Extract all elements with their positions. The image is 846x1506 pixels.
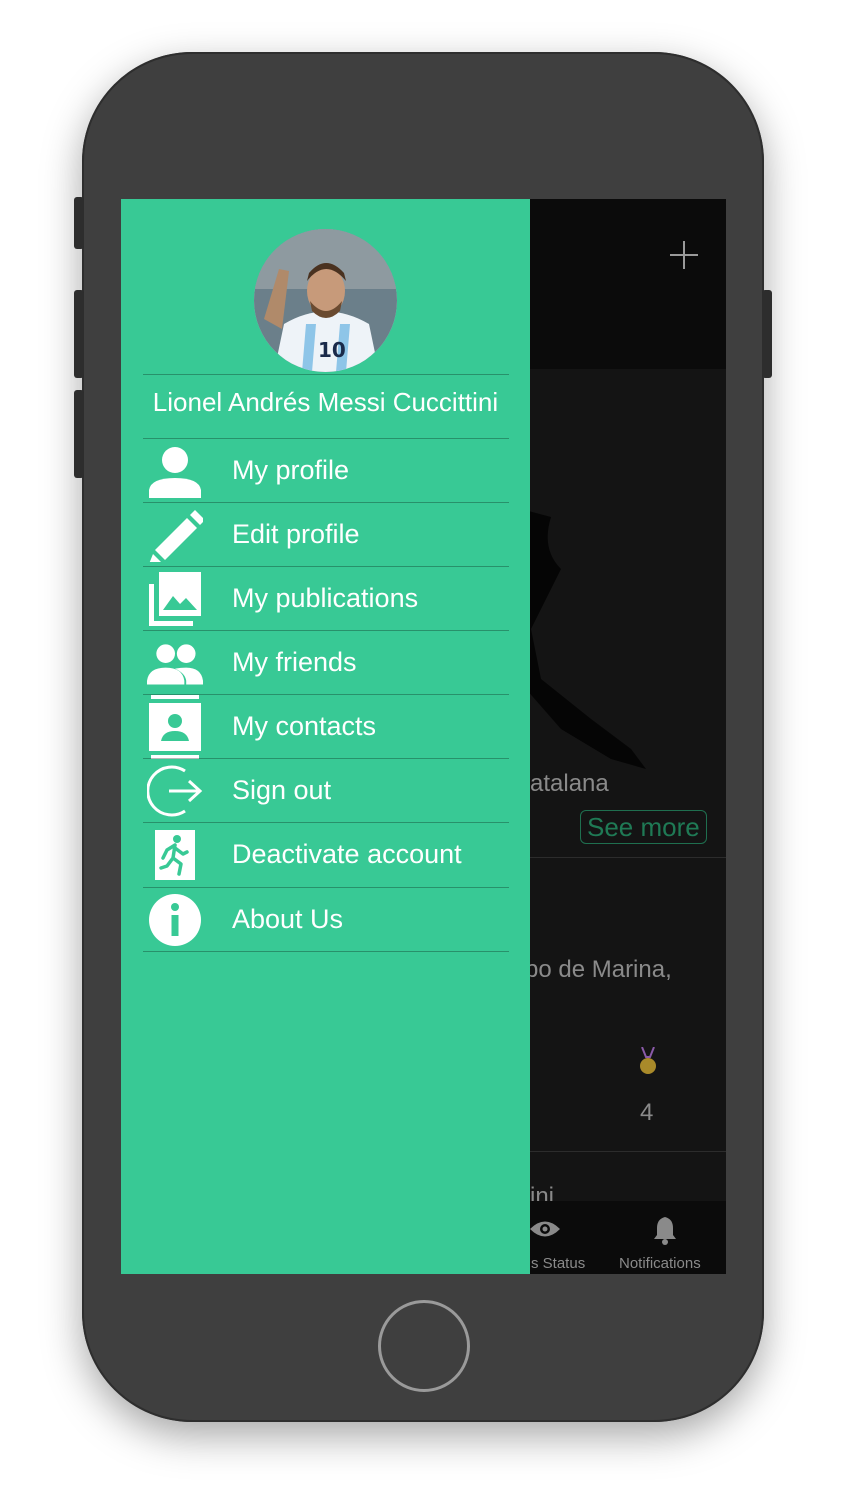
- home-button[interactable]: [378, 1300, 470, 1392]
- menu-item-label: Deactivate account: [232, 839, 462, 869]
- menu-item-label: My contacts: [232, 711, 377, 741]
- tab-notifications[interactable]: Notifications: [616, 1201, 716, 1274]
- divider: [143, 374, 509, 375]
- pencil-icon: [147, 508, 203, 562]
- menu-item-label: Edit profile: [232, 519, 360, 549]
- volume-up-button: [74, 290, 84, 378]
- user-name: Lionel Andrés Messi Cuccittini: [152, 387, 499, 417]
- menu-item-my-friends[interactable]: My friends: [143, 631, 509, 695]
- mute-switch: [74, 197, 84, 249]
- post-text-1: atalana: [530, 770, 609, 797]
- screen: atalana See more po de Marina, 4 ini s S…: [121, 199, 726, 1274]
- post-image: [521, 509, 646, 769]
- medal-icon: [640, 1047, 656, 1074]
- menu-item-deactivate-account[interactable]: Deactivate account: [143, 823, 509, 887]
- menu-item-about-us[interactable]: About Us: [143, 888, 509, 952]
- power-button: [762, 290, 772, 378]
- info-icon: [147, 893, 203, 947]
- see-more-button[interactable]: See more: [580, 810, 707, 844]
- menu-item-label: My friends: [232, 647, 357, 677]
- menu-item-label: My publications: [232, 583, 419, 613]
- menu-item-label: My profile: [232, 455, 350, 485]
- menu-item-edit-profile[interactable]: Edit profile: [143, 503, 509, 567]
- post-text-2: po de Marina,: [525, 956, 672, 983]
- medal-count: 4: [640, 1099, 654, 1126]
- group-icon: [147, 636, 203, 690]
- menu-item-my-contacts[interactable]: My contacts: [143, 695, 509, 759]
- svg-text:10: 10: [318, 338, 346, 362]
- navigation-drawer: 10 Lionel Andrés Messi Cuccittini My pro…: [121, 199, 530, 1274]
- tab-notifications-label: Notifications: [619, 1255, 701, 1272]
- post-divider: [530, 857, 726, 858]
- exit-run-icon: [147, 828, 203, 882]
- gallery-icon: [147, 572, 203, 626]
- menu-item-label: Sign out: [232, 775, 332, 805]
- tab-status-label: s Status: [531, 1255, 586, 1272]
- divider: [143, 951, 509, 952]
- add-icon[interactable]: [666, 237, 702, 273]
- bell-icon: [654, 1217, 676, 1245]
- menu-item-sign-out[interactable]: Sign out: [143, 759, 509, 823]
- avatar[interactable]: 10: [254, 229, 397, 372]
- menu-item-my-publications[interactable]: My publications: [143, 567, 509, 631]
- menu-item-label: About Us: [232, 904, 344, 934]
- sign-out-icon: [147, 764, 203, 818]
- volume-down-button: [74, 390, 84, 478]
- eye-icon: [530, 1221, 560, 1237]
- post-divider: [530, 1151, 726, 1152]
- person-icon: [147, 444, 203, 498]
- menu-item-my-profile[interactable]: My profile: [143, 439, 509, 503]
- contact-card-icon: [147, 695, 203, 759]
